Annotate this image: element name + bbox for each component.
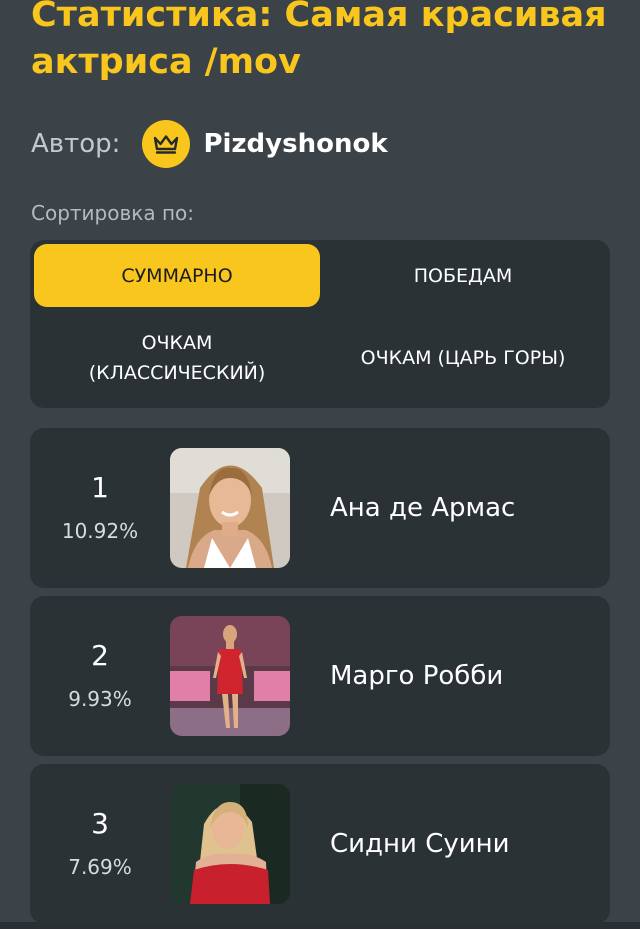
page-title: Статистика: Самая красивая актриса /mov bbox=[31, 0, 607, 82]
actress-name: Ана де Армас bbox=[330, 493, 516, 523]
rank-percent: 9.93% bbox=[68, 687, 132, 711]
actress-photo bbox=[170, 784, 290, 904]
rank-box: 3 7.69% bbox=[30, 764, 170, 924]
author-name[interactable]: Pizdyshonok bbox=[203, 129, 387, 159]
actress-name: Сидни Суини bbox=[330, 829, 510, 859]
bottom-edge bbox=[0, 922, 640, 929]
rank-percent: 10.92% bbox=[61, 519, 139, 543]
actress-photo bbox=[170, 616, 290, 736]
author-avatar[interactable] bbox=[142, 120, 191, 168]
rank-box: 1 10.92% bbox=[30, 428, 170, 588]
sort-wins-button[interactable]: ПОБЕДАМ bbox=[320, 244, 606, 307]
author-row: Автор: Pizdyshonok bbox=[31, 118, 388, 170]
actress-name: Марго Робби bbox=[330, 661, 504, 691]
crown-icon bbox=[154, 135, 179, 154]
author-label: Автор: bbox=[31, 129, 121, 159]
sort-label: Сортировка по: bbox=[31, 201, 195, 225]
sort-points-king-button[interactable]: ОЧКАМ (ЦАРЬ ГОРЫ) bbox=[320, 314, 606, 402]
sort-panel: СУММАРНО ПОБЕДАМ ОЧКАМ (КЛАССИЧЕСКИЙ) ОЧ… bbox=[30, 240, 610, 408]
result-card[interactable]: 2 9.93% Марго Робби bbox=[30, 596, 610, 756]
rank-box: 2 9.93% bbox=[30, 596, 170, 756]
rank-percent: 7.69% bbox=[68, 855, 132, 879]
actress-photo bbox=[170, 448, 290, 568]
sort-points-classic-button[interactable]: ОЧКАМ (КЛАССИЧЕСКИЙ) bbox=[34, 314, 320, 402]
result-card[interactable]: 1 10.92% Ана де Армас bbox=[30, 428, 610, 588]
rank-number: 2 bbox=[91, 639, 109, 672]
result-card[interactable]: 3 7.69% Сидни Суини bbox=[30, 764, 610, 924]
rank-number: 1 bbox=[91, 471, 109, 504]
rank-number: 3 bbox=[91, 807, 109, 840]
sort-total-button[interactable]: СУММАРНО bbox=[34, 244, 320, 307]
